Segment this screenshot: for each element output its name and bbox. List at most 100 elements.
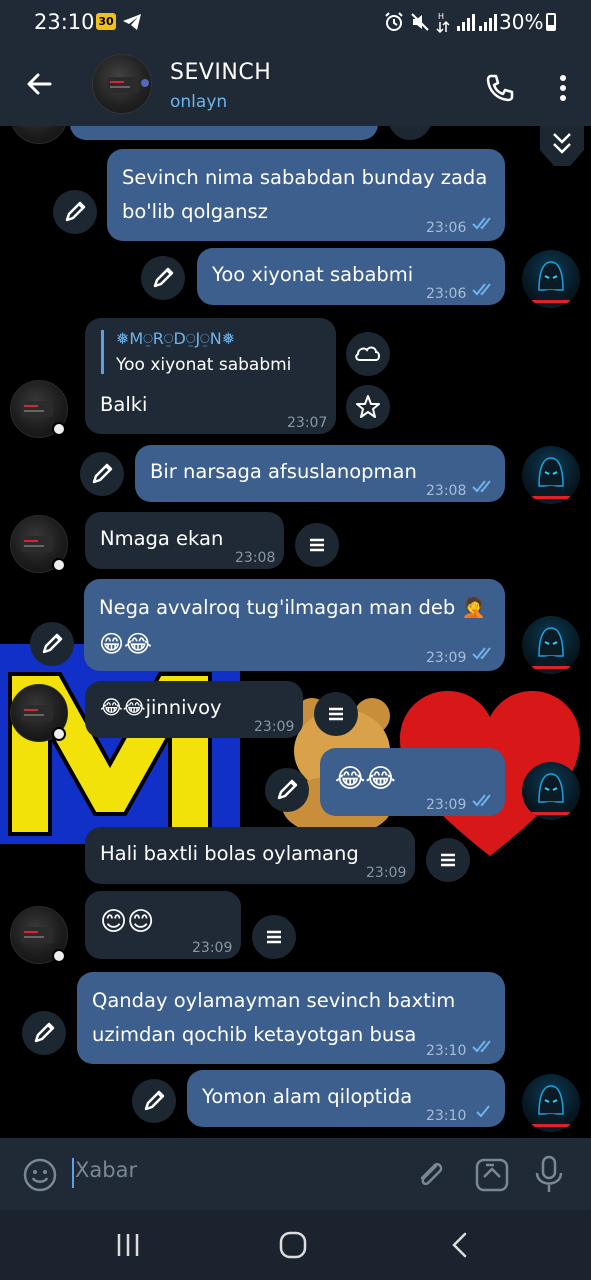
signal-2-icon: [479, 14, 497, 31]
reply-author: ❅M⍜R⍜D⍜J⍜N❅: [116, 329, 236, 348]
alarm-icon: [385, 12, 403, 31]
signal-icon: [457, 14, 475, 31]
online-indicator: [52, 558, 66, 572]
svg-text:H: H: [438, 12, 444, 21]
edit-pencil-icon[interactable]: [80, 452, 124, 496]
double-check-icon: [472, 1040, 491, 1053]
reply-bar: [101, 330, 104, 374]
battery-icon: [546, 13, 556, 31]
message-bubble[interactable]: Bir narsaga afsuslanopman 23:08: [135, 445, 505, 502]
contact-status: onlayn: [170, 92, 228, 112]
message-text: 😂😂jinnivoy: [100, 696, 222, 719]
system-navigation-bar: [0, 1210, 591, 1280]
nav-back-icon[interactable]: [446, 1230, 474, 1260]
message-bubble[interactable]: 😊😊 23:09: [85, 891, 241, 959]
edit-pencil-icon[interactable]: [53, 190, 97, 234]
message-time: 23:09: [192, 940, 233, 956]
mute-icon: [411, 13, 429, 31]
message-bubble[interactable]: Yoo xiyonat sababmi 23:06: [197, 248, 505, 305]
double-check-icon: [472, 217, 491, 230]
my-avatar[interactable]: [522, 762, 580, 820]
double-check-icon: [472, 647, 491, 660]
message-time: 23:06: [426, 220, 467, 236]
battery-text: 30%: [499, 10, 544, 34]
message-bubble[interactable]: ❅M⍜R⍜D⍜J⍜N❅ Yoo xiyonat sababmi Balki 23…: [85, 318, 336, 434]
message-time: 23:10: [426, 1108, 467, 1124]
edit-pencil-icon[interactable]: [30, 622, 74, 666]
recent-apps-icon[interactable]: [114, 1232, 142, 1258]
more-menu-icon[interactable]: [548, 68, 578, 108]
menu-lines-icon[interactable]: [295, 523, 339, 567]
message-bubble[interactable]: Qanday oylamayman sevinch baxtim uzimdan…: [77, 972, 505, 1064]
status-bar: 23:10 30 H 30%: [0, 0, 591, 44]
microphone-icon[interactable]: [532, 1154, 566, 1194]
message-bubble[interactable]: Sevinch nima sababdan bunday zada bo'lib…: [107, 149, 505, 241]
message-text: bo'lib qolgansz: [122, 200, 268, 223]
double-check-icon: [472, 283, 491, 296]
message-text: Yomon alam qiloptida: [202, 1085, 413, 1108]
message-time: 23:10: [426, 1043, 467, 1059]
message-text: Yoo xiyonat sababmi: [212, 263, 414, 286]
message-text: Sevinch nima sababdan bunday zada: [122, 166, 488, 189]
message-bubble[interactable]: Yomon alam qiloptida 23:10: [187, 1070, 505, 1127]
message-text: Nmaga ekan: [100, 527, 224, 550]
message-text: Nega avvalroq tug'ilmagan man deb 🤦: [99, 596, 486, 619]
edit-pencil-icon[interactable]: [22, 1011, 66, 1055]
message-time: 23:09: [366, 865, 407, 881]
message-text: Bir narsaga afsuslanopman: [150, 460, 417, 483]
message-list[interactable]: Sevinch nima sababdan bunday zada bo'lib…: [0, 126, 591, 1138]
double-check-icon: [472, 794, 491, 807]
double-check-icon: [472, 480, 491, 493]
message-time: 23:08: [426, 483, 467, 499]
online-indicator: [52, 727, 66, 741]
edit-pencil-icon[interactable]: [265, 768, 309, 812]
my-avatar[interactable]: [522, 250, 580, 308]
scroll-down-icon[interactable]: [540, 126, 584, 166]
message-bubble[interactable]: 😂😂 23:09: [320, 748, 505, 816]
attach-icon[interactable]: [412, 1156, 450, 1194]
edit-pencil-icon[interactable]: [132, 1079, 176, 1123]
contact-avatar[interactable]: [92, 54, 152, 114]
message-time: 23:09: [426, 797, 467, 813]
home-icon[interactable]: [278, 1230, 308, 1260]
message-time: 23:07: [287, 415, 328, 431]
message-time: 23:09: [254, 719, 295, 735]
data-arrows-icon: H: [436, 12, 450, 33]
message-text: 😊😊: [100, 907, 155, 937]
reply-text: Yoo xiyonat sababmi: [116, 355, 292, 375]
online-indicator: [52, 949, 66, 963]
message-text: Qanday oylamayman sevinch baxtim: [92, 989, 456, 1012]
message-text: Hali baxtli bolas oylamang: [100, 842, 359, 865]
status-time: 23:10: [34, 10, 95, 34]
message-time: 23:08: [235, 550, 276, 566]
message-bubble-partial[interactable]: [70, 126, 378, 140]
message-text: 😁😂: [99, 630, 153, 658]
message-bubble[interactable]: 😂😂jinnivoy 23:09: [85, 681, 303, 738]
my-avatar[interactable]: [522, 446, 580, 504]
menu-lines-icon[interactable]: [252, 915, 296, 959]
message-input[interactable]: Xabar: [75, 1158, 137, 1182]
menu-lines-icon[interactable]: [314, 692, 358, 736]
sticker-icon[interactable]: [472, 1155, 512, 1195]
message-bubble[interactable]: Nmaga ekan 23:08: [85, 512, 284, 569]
phone-icon[interactable]: [480, 68, 520, 108]
wallpaper-letter-m: [0, 644, 240, 844]
message-text: Balki: [100, 393, 148, 416]
notification-badge: 30: [96, 13, 116, 30]
back-arrow-icon[interactable]: [20, 64, 60, 104]
message-bubble[interactable]: Nega avvalroq tug'ilmagan man deb 🤦 😁😂 2…: [84, 579, 505, 671]
message-bubble[interactable]: Hali baxtli bolas oylamang 23:09: [85, 827, 415, 884]
edit-pencil-icon[interactable]: [141, 256, 185, 300]
contact-name[interactable]: SEVINCH: [170, 60, 271, 85]
online-indicator: [52, 422, 66, 436]
menu-lines-icon[interactable]: [426, 838, 470, 882]
sender-avatar[interactable]: [10, 126, 68, 144]
my-avatar[interactable]: [522, 1074, 580, 1132]
my-avatar[interactable]: [522, 616, 580, 674]
text-caret: [72, 1158, 74, 1188]
message-text: uzimdan qochib ketayotgan busa: [92, 1023, 417, 1046]
action-button-partial[interactable]: [388, 126, 432, 140]
emoji-icon[interactable]: [22, 1157, 58, 1193]
star-icon[interactable]: [346, 385, 390, 429]
cloud-icon[interactable]: [346, 332, 390, 376]
